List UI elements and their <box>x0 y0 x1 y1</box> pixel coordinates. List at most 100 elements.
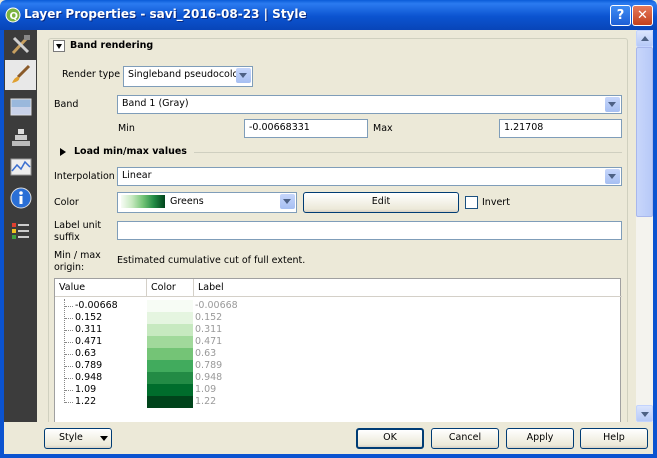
row-label[interactable]: 0.948 <box>195 372 222 384</box>
table-row[interactable]: 1.22 1.22 <box>55 396 622 408</box>
sidebar-item-pyramids[interactable] <box>5 122 36 152</box>
color-label: Color <box>54 197 79 208</box>
row-value[interactable]: 0.948 <box>75 372 102 384</box>
expand-triangle-icon[interactable] <box>59 147 67 157</box>
invert-label: Invert <box>482 197 510 208</box>
sidebar-item-general[interactable] <box>5 30 36 60</box>
row-value[interactable]: 1.22 <box>75 396 96 408</box>
table-row[interactable]: 0.311 0.311 <box>55 324 622 336</box>
help-title-button[interactable]: ? <box>610 5 631 26</box>
row-label[interactable]: 0.789 <box>195 360 222 372</box>
band-select[interactable]: Band 1 (Gray) <box>117 95 622 114</box>
table-row[interactable]: 0.63 0.63 <box>55 348 622 360</box>
band-label: Band <box>54 99 79 110</box>
color-ramp-select[interactable]: Greens <box>117 192 297 213</box>
color-map-table[interactable]: Value Color Label -0.00668 -0.00668 0.152 0… <box>54 278 622 422</box>
sidebar-item-transparency[interactable] <box>5 92 36 122</box>
pyramids-icon <box>12 129 30 146</box>
column-header-value[interactable]: Value <box>55 279 147 297</box>
row-value[interactable]: 0.789 <box>75 360 102 372</box>
dialog-button-bar: Style OK Cancel Apply Help <box>4 422 653 454</box>
apply-button[interactable]: Apply <box>506 428 574 449</box>
row-color-swatch[interactable] <box>147 348 193 360</box>
scroll-down-icon[interactable] <box>636 405 653 422</box>
invert-checkbox[interactable] <box>465 196 478 209</box>
window-title: Layer Properties - savi_2016-08-23 | Sty… <box>24 7 307 21</box>
row-label[interactable]: 0.63 <box>195 348 216 360</box>
row-color-swatch[interactable] <box>147 324 193 336</box>
help-button[interactable]: Help <box>580 428 648 449</box>
row-color-swatch[interactable] <box>147 396 193 408</box>
table-row[interactable]: -0.00668 -0.00668 <box>55 300 622 312</box>
table-row[interactable]: 1.09 1.09 <box>55 384 622 396</box>
chevron-down-icon[interactable] <box>605 169 620 184</box>
row-value[interactable]: 1.09 <box>75 384 96 396</box>
info-icon <box>10 187 32 209</box>
row-label[interactable]: 0.152 <box>195 312 222 324</box>
svg-text:Q: Q <box>10 11 19 22</box>
table-row[interactable]: 0.152 0.152 <box>55 312 622 324</box>
row-color-swatch[interactable] <box>147 336 193 348</box>
row-label[interactable]: 1.22 <box>195 396 216 408</box>
row-value[interactable]: -0.00668 <box>75 300 118 312</box>
row-value[interactable]: 0.471 <box>75 336 102 348</box>
row-color-swatch[interactable] <box>147 372 193 384</box>
sidebar-item-metadata[interactable] <box>5 183 36 213</box>
vertical-scrollbar[interactable] <box>636 30 653 422</box>
row-color-swatch[interactable] <box>147 300 193 312</box>
row-value[interactable]: 0.63 <box>75 348 96 360</box>
row-label[interactable]: 0.471 <box>195 336 222 348</box>
table-row[interactable]: 0.948 0.948 <box>55 372 622 384</box>
column-header-color[interactable]: Color <box>147 279 194 297</box>
close-window-button[interactable]: ✕ <box>632 5 653 26</box>
window-frame-bottom <box>0 454 657 458</box>
row-label[interactable]: 0.311 <box>195 324 222 336</box>
table-row[interactable]: 0.471 0.471 <box>55 336 622 348</box>
row-label[interactable]: 1.09 <box>195 384 216 396</box>
row-value[interactable]: 0.152 <box>75 312 102 324</box>
minmax-origin-label-line2: origin: <box>54 262 85 273</box>
scroll-up-icon[interactable] <box>636 30 653 47</box>
min-input[interactable]: -0.00668331 <box>244 119 368 138</box>
sidebar-item-style[interactable] <box>5 60 36 90</box>
style-panel: Band rendering Render type Singleband ps… <box>42 30 636 422</box>
style-menu-button[interactable]: Style <box>44 428 112 449</box>
band-rendering-collapse-button[interactable] <box>53 40 65 52</box>
dropdown-arrow-icon <box>100 436 108 441</box>
chevron-down-icon[interactable] <box>236 68 251 83</box>
row-label[interactable]: -0.00668 <box>195 300 238 312</box>
edit-ramp-button[interactable]: Edit <box>303 192 459 213</box>
table-header: Value Color Label <box>55 279 622 297</box>
sidebar-item-legend[interactable] <box>5 216 36 246</box>
table-row[interactable]: 0.789 0.789 <box>55 360 622 372</box>
max-input[interactable]: 1.21708 <box>499 119 622 138</box>
scroll-thumb[interactable] <box>636 47 653 217</box>
row-color-swatch[interactable] <box>147 360 193 372</box>
row-color-swatch[interactable] <box>147 384 193 396</box>
render-type-select[interactable]: Singleband pseudocolor <box>123 66 253 87</box>
label-unit-label-line1: Label unit <box>54 220 102 231</box>
chevron-down-icon[interactable] <box>280 194 295 209</box>
minmax-origin-label-line1: Min / max <box>54 250 101 261</box>
color-ramp-name: Greens <box>170 196 204 207</box>
tree-branch <box>65 402 73 403</box>
histogram-icon <box>10 158 32 176</box>
interpolation-select[interactable]: Linear <box>117 167 622 186</box>
qgis-logo-icon: Q <box>5 7 21 23</box>
cancel-button[interactable]: Cancel <box>431 428 499 449</box>
legend-icon <box>12 223 29 239</box>
row-color-swatch[interactable] <box>147 312 193 324</box>
tree-branch <box>65 390 73 391</box>
chevron-down-icon[interactable] <box>605 97 620 112</box>
interpolation-value: Linear <box>122 170 152 181</box>
row-value[interactable]: 0.311 <box>75 324 102 336</box>
label-unit-input[interactable] <box>117 221 622 240</box>
column-header-label[interactable]: Label <box>194 279 622 297</box>
load-minmax-header[interactable]: Load min/max values <box>74 146 187 157</box>
ok-button[interactable]: OK <box>356 428 424 449</box>
render-type-value: Singleband pseudocolor <box>128 69 243 80</box>
render-type-label: Render type <box>62 69 121 80</box>
tree-branch <box>65 378 73 379</box>
sidebar-item-histogram[interactable] <box>5 152 36 182</box>
label-unit-label-line2: suffix <box>54 232 80 243</box>
